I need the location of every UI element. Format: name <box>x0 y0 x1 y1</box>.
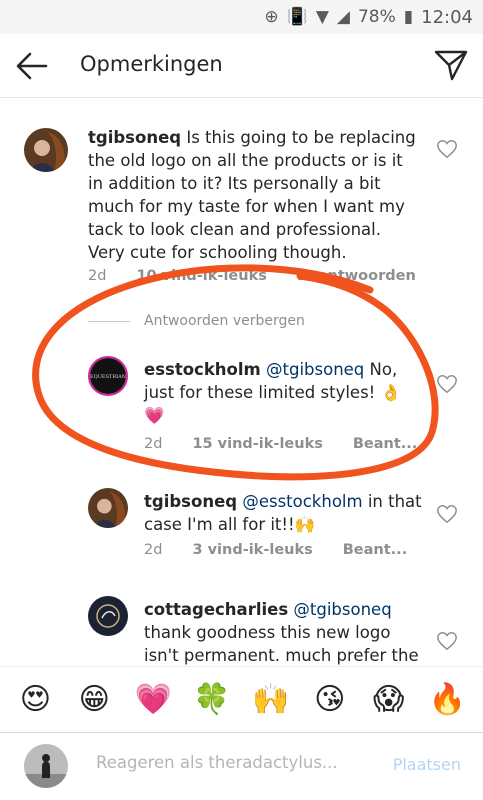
emoji-scream[interactable]: 😱 <box>369 684 409 715</box>
comment-meta: 2d 3 vind-ik-leuks Beant... <box>144 542 407 558</box>
status-bar: ⊕ 📳 ▼ ◢ 78% ▮ 12:04 <box>0 0 483 34</box>
comments-list: tgibsoneq Is this going to be replacing … <box>0 98 483 666</box>
comment-mention[interactable]: @tgibsoneq <box>266 360 364 379</box>
avatar[interactable]: EQUESTRIAN <box>88 356 128 396</box>
comment-likes[interactable]: 15 vind-ik-leuks <box>192 436 322 452</box>
hide-replies-toggle[interactable]: Antwoorden verbergen <box>88 313 305 329</box>
battery-percent: 78% <box>357 7 396 27</box>
comment-age: 2d <box>88 268 107 284</box>
signal-icon: ◢ <box>336 7 350 27</box>
comment-meta: 2d 15 vind-ik-leuks Beant... <box>144 436 417 452</box>
comment-meta: 2d 10 vind-ik-leuks Beantwoorden <box>88 268 416 284</box>
battery-icon: ▮ <box>403 7 414 27</box>
divider <box>88 320 130 322</box>
like-heart-icon[interactable] <box>436 373 458 395</box>
like-heart-icon[interactable] <box>436 630 458 652</box>
emoji-clover[interactable]: 🍀 <box>192 684 232 715</box>
hide-replies-label: Antwoorden verbergen <box>144 313 305 329</box>
reply-button[interactable]: Beantwoorden <box>297 268 416 284</box>
comment-text: thank goodness this new logo isn't perma… <box>144 623 419 665</box>
comment-input[interactable] <box>96 753 366 772</box>
comment-text: Is this going to be replacing the old lo… <box>88 128 416 262</box>
direct-send-icon[interactable] <box>433 47 469 83</box>
clock: 12:04 <box>421 6 473 28</box>
emoji-fire[interactable]: 🔥 <box>428 684 468 715</box>
header-bar: Opmerkingen <box>0 34 483 98</box>
like-heart-icon[interactable] <box>436 503 458 525</box>
comment-mention[interactable]: @tgibsoneq <box>293 600 391 619</box>
emoji-heart-eyes[interactable]: 😍 <box>15 684 55 715</box>
comment-username[interactable]: cottagecharlies <box>144 600 288 619</box>
comment-likes[interactable]: 3 vind-ik-leuks <box>192 542 312 558</box>
avatar[interactable] <box>24 128 68 172</box>
vibrate-icon: 📳 <box>286 7 308 27</box>
back-arrow-icon[interactable] <box>14 48 50 84</box>
page-title: Opmerkingen <box>80 52 223 76</box>
comment-age: 2d <box>144 542 163 558</box>
avatar <box>24 744 68 788</box>
comment-username[interactable]: tgibsoneq <box>144 492 237 511</box>
comment-mention[interactable]: @esstockholm <box>242 492 362 511</box>
emoji-quick-bar: 😍 😁 💗 🍀 🙌 😘 😱 🔥 <box>0 666 483 732</box>
reply-button[interactable]: Beant... <box>353 436 417 452</box>
avatar[interactable] <box>88 488 128 528</box>
data-saver-icon: ⊕ <box>264 7 279 27</box>
comment-likes[interactable]: 10 vind-ik-leuks <box>136 268 266 284</box>
emoji-pink-heart[interactable]: 💗 <box>133 684 173 715</box>
emoji-kiss[interactable]: 😘 <box>310 684 350 715</box>
emoji-raised-hands[interactable]: 🙌 <box>251 684 291 715</box>
comment-input-bar: Plaatsen <box>0 732 483 800</box>
avatar[interactable] <box>88 596 128 636</box>
emoji-grin[interactable]: 😁 <box>74 684 114 715</box>
comment-username[interactable]: esstockholm <box>144 360 261 379</box>
comment-age: 2d <box>144 436 163 452</box>
reply-button[interactable]: Beant... <box>343 542 407 558</box>
brand-logo-text: EQUESTRIAN <box>90 374 126 380</box>
like-heart-icon[interactable] <box>436 138 458 160</box>
wifi-icon: ▼ <box>315 7 329 27</box>
post-button[interactable]: Plaatsen <box>393 755 461 774</box>
comment-username[interactable]: tgibsoneq <box>88 128 181 147</box>
